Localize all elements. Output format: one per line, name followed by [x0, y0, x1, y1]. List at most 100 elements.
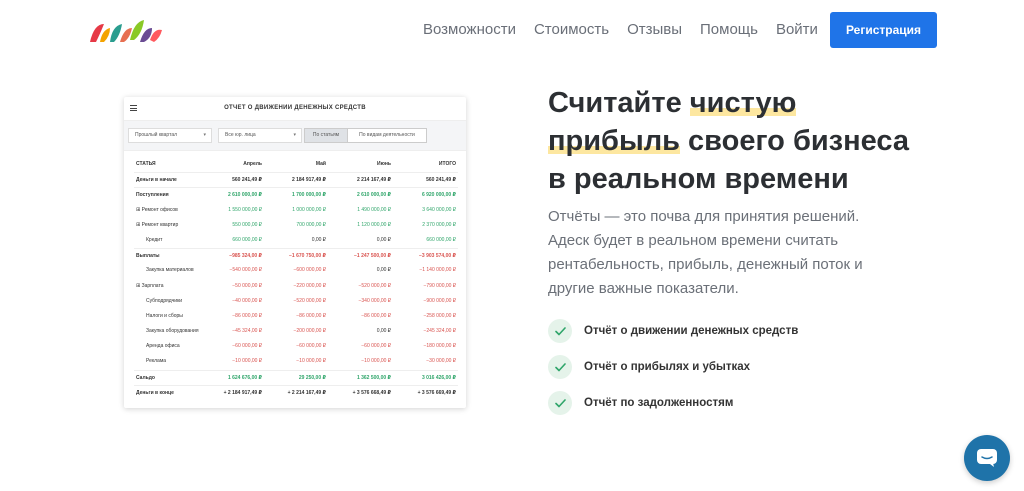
hero-headline: Считайте чистую прибыль своего бизнеса в…: [548, 84, 928, 198]
row-label: Закупка материалов: [146, 267, 194, 274]
row-value: −86 000,00 ₽: [232, 312, 262, 319]
row-value: −340 000,00 ₽: [358, 297, 391, 304]
row-value: −180 000,00 ₽: [423, 343, 456, 350]
register-button[interactable]: Регистрация: [830, 12, 937, 48]
row-value: −86 000,00 ₽: [296, 312, 326, 319]
row-value: 29 250,00 ₽: [298, 374, 326, 381]
table-row[interactable]: Поступления 2 610 000,00 ₽ 1 700 000,00 …: [134, 187, 458, 202]
col-header: Апрель: [243, 161, 262, 167]
entity-select[interactable]: Все юр. лица ▾: [218, 128, 302, 143]
row-value: −50 000,00 ₽: [232, 282, 262, 289]
row-label: Выплаты: [136, 253, 160, 260]
row-label: Поступления: [136, 192, 169, 199]
col-header: ИТОГО: [438, 161, 456, 167]
table-row[interactable]: ⊞ Зарплата −50 000,00 ₽ −220 000,00 ₽ −5…: [134, 279, 458, 294]
row-value: −60 000,00 ₽: [296, 343, 326, 350]
row-value: + 3 576 668,49 ₽: [352, 389, 391, 396]
row-label: Закупка оборудования: [146, 328, 199, 335]
header: Возможности Стоимость Отзывы Помощь Войт…: [0, 0, 1024, 62]
feature-item: Отчёт по задолженностям: [548, 385, 798, 421]
cashflow-report-preview: ОТЧЕТ О ДВИЖЕНИИ ДЕНЕЖНЫХ СРЕДСТВ Прошлы…: [124, 97, 466, 408]
row-value: 660 000,00 ₽: [426, 236, 456, 243]
col-header: СТАТЬЯ: [136, 161, 156, 167]
row-value: 3 016 426,00 ₽: [421, 374, 456, 381]
chat-button[interactable]: [964, 435, 1010, 481]
col-header: Май: [315, 161, 326, 167]
check-icon: [548, 319, 572, 343]
table-row[interactable]: Деньги в конце + 2 184 917,49 ₽ + 2 214 …: [134, 384, 458, 400]
row-value: −3 903 574,00 ₽: [419, 253, 456, 260]
table-row[interactable]: ⊞ Ремонт квартир 550 000,00 ₽ 700 000,00…: [134, 218, 458, 233]
table-row[interactable]: Деньги в начале 560 241,49 ₽ 2 184 917,4…: [134, 172, 458, 187]
table-row[interactable]: Реклама −10 000,00 ₽ −10 000,00 ₽ −10 00…: [134, 354, 458, 369]
table-row[interactable]: Аренда офиса −60 000,00 ₽ −60 000,00 ₽ −…: [134, 339, 458, 354]
row-value: −520 000,00 ₽: [293, 297, 326, 304]
row-value: 1 624 676,00 ₽: [227, 374, 262, 381]
row-value: −600 000,00 ₽: [293, 267, 326, 274]
nav-login[interactable]: Войти: [776, 20, 818, 40]
row-value: 3 640 000,00 ₽: [422, 206, 456, 213]
report-filters: Прошлый квартал ▾ Все юр. лица ▾ По стат…: [124, 121, 466, 151]
report-header: ОТЧЕТ О ДВИЖЕНИИ ДЕНЕЖНЫХ СРЕДСТВ: [124, 97, 466, 121]
row-value: 550 000,00 ₽: [232, 221, 262, 228]
table-row[interactable]: Закупка материалов −540 000,00 ₽ −600 00…: [134, 263, 458, 278]
row-value: 2 370 000,00 ₽: [422, 221, 456, 228]
row-value: −258 000,00 ₽: [423, 312, 456, 319]
row-label: ⊞ Ремонт офисов: [136, 206, 178, 213]
row-value: 700 000,00 ₽: [296, 221, 326, 228]
row-value: 1 000 000,00 ₽: [292, 206, 326, 213]
feature-item: Отчёт о движении денежных средств: [548, 313, 798, 349]
row-label: Кредит: [146, 236, 163, 243]
table-row[interactable]: ⊞ Ремонт офисов 1 550 000,00 ₽ 1 000 000…: [134, 203, 458, 218]
row-value: 0,00 ₽: [376, 236, 391, 243]
row-value: 0,00 ₽: [376, 267, 391, 274]
table-row[interactable]: Кредит 660 000,00 ₽ 0,00 ₽ 0,00 ₽ 660 00…: [134, 233, 458, 248]
table-header: СТАТЬЯ Апрель Май Июнь ИТОГО: [134, 157, 458, 172]
chevron-down-icon: ▾: [203, 132, 206, 138]
row-value: −10 000,00 ₽: [232, 358, 262, 365]
row-label: Деньги в конце: [136, 389, 174, 396]
table-row[interactable]: Закупка оборудования −45 324,00 ₽ −200 0…: [134, 324, 458, 339]
row-value: −40 000,00 ₽: [232, 297, 262, 304]
row-value: −60 000,00 ₽: [361, 343, 391, 350]
row-label: Субподрядчики: [146, 297, 183, 304]
table-row[interactable]: Выплаты −985 324,00 ₽ −1 670 750,00 ₽ −1…: [134, 248, 458, 263]
feature-label: Отчёт по задолженностям: [584, 397, 734, 409]
report-title: ОТЧЕТ О ДВИЖЕНИИ ДЕНЕЖНЫХ СРЕДСТВ: [224, 105, 366, 111]
hero-lead: Отчёты — это почва для принятия решений.…: [548, 208, 863, 297]
row-value: −985 324,00 ₽: [229, 253, 262, 260]
mode-by-activity[interactable]: По видам деятельности: [347, 128, 427, 143]
row-value: −200 000,00 ₽: [293, 328, 326, 335]
row-value: 2 610 000,00 ₽: [356, 192, 391, 199]
adesk-logo[interactable]: [86, 16, 166, 46]
col-header: Июнь: [377, 161, 391, 167]
table-row[interactable]: Сальдо 1 624 676,00 ₽ 29 250,00 ₽ 1 362 …: [134, 369, 458, 385]
report-table: СТАТЬЯ Апрель Май Июнь ИТОГО Деньги в на…: [134, 157, 458, 400]
row-value: −86 000,00 ₽: [361, 312, 391, 319]
nav-help[interactable]: Помощь: [700, 20, 758, 40]
row-label: Сальдо: [136, 374, 155, 381]
nav-pricing[interactable]: Стоимость: [534, 20, 609, 40]
nav-reviews[interactable]: Отзывы: [627, 20, 682, 40]
table-row[interactable]: Субподрядчики −40 000,00 ₽ −520 000,00 ₽…: [134, 294, 458, 309]
feature-item: Отчёт о прибылях и убытках: [548, 349, 798, 385]
row-value: −30 000,00 ₽: [426, 358, 456, 365]
row-value: −245 324,00 ₽: [423, 328, 456, 335]
period-select[interactable]: Прошлый квартал ▾: [128, 128, 212, 143]
row-value: −60 000,00 ₽: [232, 343, 262, 350]
table-row[interactable]: Налоги и сборы −86 000,00 ₽ −86 000,00 ₽…: [134, 309, 458, 324]
row-value: 6 920 000,00 ₽: [421, 192, 456, 199]
row-value: −45 324,00 ₽: [232, 328, 262, 335]
nav-features[interactable]: Возможности: [423, 20, 516, 40]
headline-part: Считайте: [548, 87, 690, 119]
row-value: −1 140 000,00 ₽: [419, 267, 456, 274]
row-value: 1 362 500,00 ₽: [356, 374, 391, 381]
row-value: −10 000,00 ₽: [361, 358, 391, 365]
feature-label: Отчёт о прибылях и убытках: [584, 361, 751, 373]
row-value: −10 000,00 ₽: [296, 358, 326, 365]
row-value: + 2 184 917,49 ₽: [223, 389, 262, 396]
entity-select-value: Все юр. лица: [225, 132, 256, 138]
row-value: 2 184 917,49 ₽: [291, 177, 326, 184]
mode-by-articles[interactable]: По статьям: [304, 128, 348, 143]
row-value: 0,00 ₽: [376, 328, 391, 335]
